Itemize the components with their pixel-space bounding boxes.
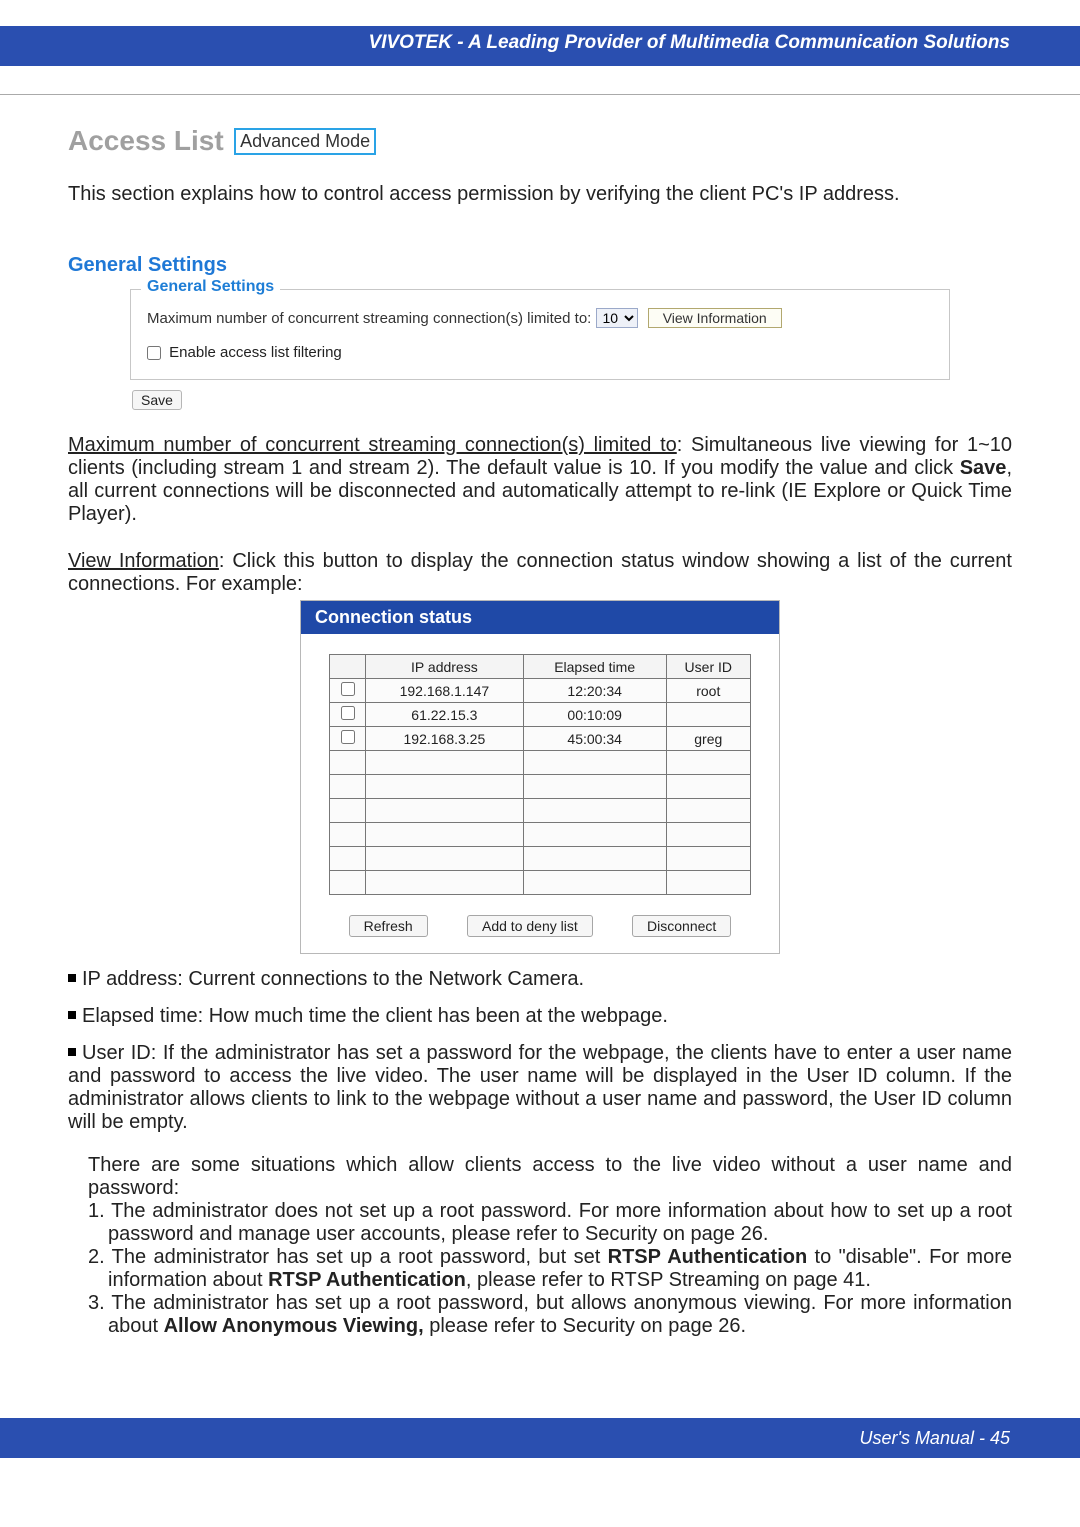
table-row-empty	[330, 799, 751, 823]
bullet-icon	[68, 974, 76, 982]
bullet-icon	[68, 1011, 76, 1019]
disconnect-button[interactable]: Disconnect	[632, 915, 731, 937]
cell-user: greg	[666, 727, 750, 751]
bullet-elapsed-time: Elapsed time: How much time the client h…	[68, 1005, 1012, 1028]
col-elapsed-time: Elapsed time	[523, 655, 666, 679]
connection-status-buttons: Refresh Add to deny list Disconnect	[329, 915, 751, 937]
row-checkbox[interactable]	[341, 730, 355, 744]
cell-elapsed: 12:20:34	[523, 679, 666, 703]
bullet-icon	[68, 1048, 76, 1056]
title-row: Access List Advanced Mode	[68, 125, 1012, 157]
header-title: VIVOTEK - A Leading Provider of Multimed…	[369, 32, 1010, 53]
bullet-ip-address: IP address: Current connections to the N…	[68, 968, 1012, 991]
cell-elapsed: 45:00:34	[523, 727, 666, 751]
table-row-empty	[330, 751, 751, 775]
intro-text: This section explains how to control acc…	[68, 183, 1012, 206]
view-information-lead: View Information	[68, 550, 219, 572]
row-checkbox[interactable]	[341, 682, 355, 696]
cell-elapsed: 00:10:09	[523, 703, 666, 727]
fieldset-legend: General Settings	[141, 278, 280, 296]
table-row: 61.22.15.300:10:09	[330, 703, 751, 727]
paragraph-max-connections: Maximum number of concurrent streaming c…	[68, 434, 1012, 526]
page-footer: User's Manual - 45	[0, 1418, 1080, 1458]
table-row-empty	[330, 847, 751, 871]
general-settings-heading: General Settings	[68, 254, 1012, 277]
cell-ip: 192.168.3.25	[366, 727, 524, 751]
max-connections-label: Maximum number of concurrent streaming c…	[147, 310, 591, 327]
page-header: VIVOTEK - A Leading Provider of Multimed…	[0, 26, 1080, 66]
cell-user	[666, 703, 750, 727]
col-checkbox	[330, 655, 366, 679]
advanced-mode-badge: Advanced Mode	[234, 128, 376, 155]
connection-status-table: IP address Elapsed time User ID 192.168.…	[329, 654, 751, 895]
table-row: 192.168.3.2545:00:34greg	[330, 727, 751, 751]
situations-intro: There are some situations which allow cl…	[68, 1154, 1012, 1200]
table-row-empty	[330, 775, 751, 799]
footer-text: User's Manual - 45	[860, 1428, 1011, 1448]
cell-ip: 61.22.15.3	[366, 703, 524, 727]
enable-filtering-label: Enable access list filtering	[169, 344, 342, 361]
situation-2: 2. The administrator has set up a root p…	[68, 1246, 1012, 1292]
view-information-button[interactable]: View Information	[648, 308, 782, 328]
max-connections-row: Maximum number of concurrent streaming c…	[147, 308, 933, 328]
general-settings-panel: General Settings Maximum number of concu…	[130, 289, 950, 410]
save-button[interactable]: Save	[132, 390, 182, 410]
col-user-id: User ID	[666, 655, 750, 679]
cell-ip: 192.168.1.147	[366, 679, 524, 703]
col-ip-address: IP address	[366, 655, 524, 679]
paragraph-view-information: View Information: Click this button to d…	[68, 550, 1012, 596]
general-settings-fieldset: General Settings Maximum number of concu…	[130, 289, 950, 380]
bullet-list: IP address: Current connections to the N…	[68, 968, 1012, 1134]
refresh-button[interactable]: Refresh	[349, 915, 428, 937]
enable-filtering-checkbox[interactable]	[147, 346, 161, 360]
table-row-empty	[330, 871, 751, 895]
page-title: Access List	[68, 125, 224, 157]
row-checkbox[interactable]	[341, 706, 355, 720]
max-connections-select[interactable]: 10	[596, 308, 638, 328]
situation-3: 3. The administrator has set up a root p…	[68, 1292, 1012, 1338]
max-connections-lead: Maximum number of concurrent streaming c…	[68, 434, 677, 456]
add-to-deny-list-button[interactable]: Add to deny list	[467, 915, 593, 937]
situation-1: 1. The administrator does not set up a r…	[68, 1200, 1012, 1246]
connection-status-title: Connection status	[301, 601, 779, 634]
connection-status-window: Connection status IP address Elapsed tim…	[300, 600, 780, 954]
table-row-empty	[330, 823, 751, 847]
table-row: 192.168.1.14712:20:34root	[330, 679, 751, 703]
bullet-user-id: User ID: If the administrator has set a …	[68, 1042, 1012, 1134]
cell-user: root	[666, 679, 750, 703]
enable-filtering-row: Enable access list filtering	[147, 344, 933, 361]
